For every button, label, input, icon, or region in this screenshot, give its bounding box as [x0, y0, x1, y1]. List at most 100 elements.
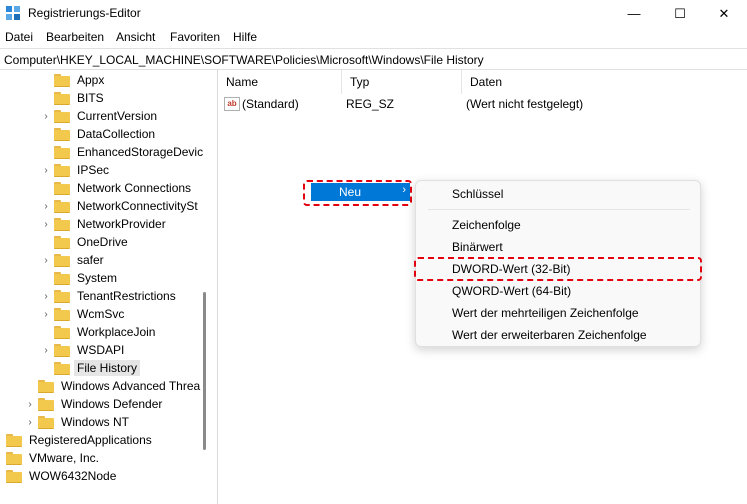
chevron-right-icon[interactable]: ›	[42, 251, 50, 269]
tree-item-label: File History	[74, 360, 141, 376]
chevron-right-icon[interactable]: ›	[26, 413, 34, 431]
folder-icon	[54, 92, 70, 105]
menu-bearbeiten[interactable]: Bearbeiten	[46, 30, 104, 44]
tree-item-label: WorkplaceJoin	[77, 325, 156, 339]
folder-icon	[54, 308, 70, 321]
folder-icon	[6, 452, 22, 465]
column-header-data[interactable]: Daten	[462, 70, 747, 94]
value-row[interactable]: ab (Standard) REG_SZ (Wert nicht festgel…	[218, 94, 747, 114]
chevron-right-icon[interactable]: ›	[42, 341, 50, 359]
tree-item[interactable]: › CurrentVersion	[44, 107, 160, 125]
tree-item[interactable]: › WcmSvc	[44, 305, 127, 323]
maximize-button[interactable]: ☐	[657, 0, 703, 27]
tree-item[interactable]: › safer	[44, 251, 107, 269]
close-button[interactable]: ✕	[701, 0, 747, 27]
tree-item[interactable]: DataCollection	[54, 125, 158, 143]
tree-item-label: OneDrive	[77, 235, 128, 249]
tree-item[interactable]: OneDrive	[54, 233, 131, 251]
tree-item[interactable]: › Windows Defender	[28, 395, 165, 413]
tree-scrollbar-thumb[interactable]	[203, 292, 206, 450]
folder-icon	[54, 164, 70, 177]
tree-item-label: DataCollection	[77, 127, 156, 141]
folder-icon	[38, 398, 54, 411]
tree-item[interactable]: Windows Advanced Threa	[38, 377, 203, 395]
menu-bar: Datei Bearbeiten Ansicht Favoriten Hilfe	[0, 27, 747, 47]
tree-item[interactable]: WorkplaceJoin	[54, 323, 158, 341]
tree-item[interactable]: EnhancedStorageDevic	[54, 143, 206, 161]
tree-item-label: TenantRestrictions	[77, 289, 176, 303]
tree-item-label: IPSec	[77, 163, 110, 177]
address-bar[interactable]: Computer\HKEY_LOCAL_MACHINE\SOFTWARE\Pol…	[0, 48, 747, 70]
value-type: REG_SZ	[346, 97, 395, 111]
tree-item-label: NetworkProvider	[77, 217, 166, 231]
folder-icon	[54, 200, 70, 213]
tree-item[interactable]: › WSDAPI	[44, 341, 127, 359]
menu-favoriten[interactable]: Favoriten	[170, 30, 220, 44]
address-path[interactable]: Computer\HKEY_LOCAL_MACHINE\SOFTWARE\Pol…	[4, 53, 484, 67]
tree-item-label: WSDAPI	[77, 343, 125, 357]
minimize-button[interactable]: —	[611, 0, 657, 27]
value-name: (Standard)	[242, 97, 299, 111]
title-bar: Registrierungs-Editor — ☐ ✕	[0, 0, 747, 27]
tree-item[interactable]: System	[54, 269, 120, 287]
tree-item-label: EnhancedStorageDevic	[77, 145, 204, 159]
chevron-right-icon[interactable]: ›	[42, 197, 50, 215]
chevron-right-icon[interactable]: ›	[0, 467, 2, 485]
folder-icon	[54, 182, 70, 195]
chevron-right-icon[interactable]: ›	[42, 107, 50, 125]
submenu-binary-value[interactable]: Binärwert	[452, 240, 503, 254]
submenu-qword-value[interactable]: QWORD-Wert (64-Bit)	[452, 284, 571, 298]
tree-item-label: VMware, Inc.	[29, 451, 100, 465]
tree-item[interactable]: › NetworkConnectivitySt	[44, 197, 201, 215]
folder-icon	[54, 254, 70, 267]
folder-icon	[54, 74, 70, 87]
tree-item[interactable]: Appx	[54, 71, 107, 89]
tree-item[interactable]: BITS	[54, 89, 107, 107]
chevron-right-icon[interactable]: ›	[42, 305, 50, 323]
tree-item-label: WOW6432Node	[29, 469, 117, 483]
tree-item[interactable]: ›VMware, Inc.	[6, 449, 102, 467]
folder-icon	[6, 434, 22, 447]
tree-item-label: Appx	[77, 73, 105, 87]
folder-icon	[6, 470, 22, 483]
submenu-key[interactable]: Schlüssel	[452, 187, 503, 201]
tree-item[interactable]: › NetworkProvider	[44, 215, 169, 233]
column-header-name[interactable]: Name	[218, 70, 342, 94]
menu-hilfe[interactable]: Hilfe	[233, 30, 257, 44]
tree-item-label: System	[77, 271, 118, 285]
tree-item-label: RegisteredApplications	[29, 433, 152, 447]
folder-icon	[54, 218, 70, 231]
chevron-right-icon[interactable]: ›	[42, 287, 50, 305]
tree-item[interactable]: › Windows NT	[28, 413, 132, 431]
submenu-multi-string-value[interactable]: Wert der mehrteiligen Zeichenfolge	[452, 306, 639, 320]
tree-item-label: Windows NT	[61, 415, 130, 429]
tree-item-label: Windows Advanced Threa	[61, 379, 201, 393]
folder-icon	[38, 416, 54, 429]
annotation-highlight-new	[303, 180, 412, 206]
string-value-icon: ab	[224, 97, 240, 111]
registry-tree[interactable]: Appx BITS › CurrentVersion DataCollection Enh…	[0, 70, 213, 504]
chevron-right-icon[interactable]: ›	[42, 215, 50, 233]
folder-icon	[54, 272, 70, 285]
tree-item[interactable]: RegisteredApplications	[6, 431, 155, 449]
tree-item[interactable]: › TenantRestrictions	[44, 287, 179, 305]
tree-item-label: Windows Defender	[61, 397, 163, 411]
folder-icon	[54, 110, 70, 123]
chevron-right-icon[interactable]: ›	[26, 395, 34, 413]
chevron-right-icon[interactable]: ›	[42, 161, 50, 179]
menu-datei[interactable]: Datei	[5, 30, 33, 44]
submenu-string-value[interactable]: Zeichenfolge	[452, 218, 521, 232]
tree-item[interactable]: ›WOW6432Node	[6, 467, 119, 485]
window-title: Registrierungs-Editor	[28, 6, 141, 20]
tree-item[interactable]: File History	[54, 359, 141, 377]
tree-item[interactable]: › IPSec	[44, 161, 112, 179]
folder-icon	[54, 290, 70, 303]
column-header-type[interactable]: Typ	[342, 70, 462, 94]
tree-item[interactable]: Network Connections	[54, 179, 194, 197]
folder-icon	[54, 344, 70, 357]
chevron-right-icon[interactable]: ›	[0, 449, 2, 467]
registry-editor-icon	[6, 6, 20, 20]
folder-icon	[54, 128, 70, 141]
submenu-expandable-string-value[interactable]: Wert der erweiterbaren Zeichenfolge	[452, 328, 647, 342]
menu-ansicht[interactable]: Ansicht	[116, 30, 155, 44]
